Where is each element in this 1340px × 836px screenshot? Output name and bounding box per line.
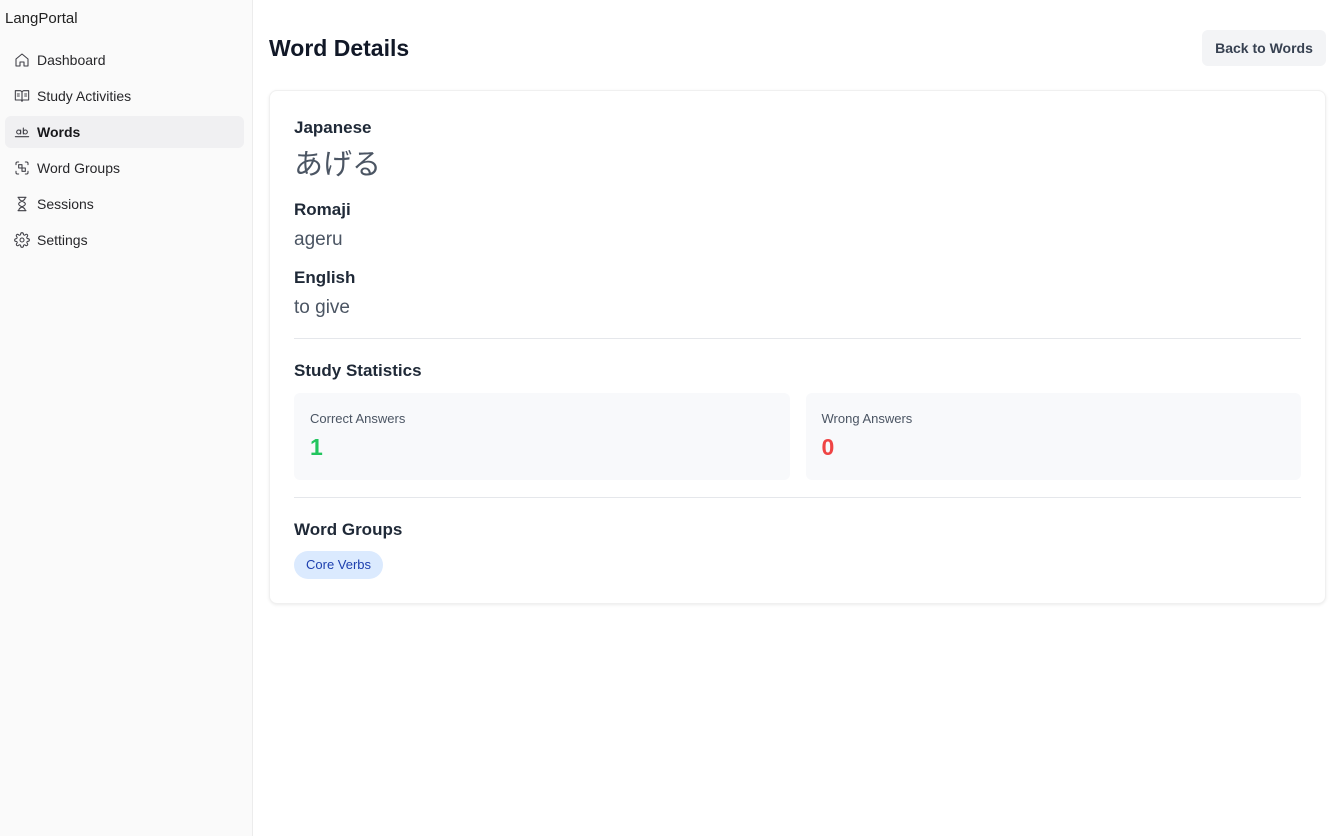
word-group-tag[interactable]: Core Verbs — [294, 551, 384, 579]
sidebar-item-dashboard[interactable]: Dashboard — [5, 44, 244, 76]
japanese-label: Japanese — [294, 118, 372, 137]
wrong-answers-box: Wrong Answers 0 — [805, 393, 1301, 480]
word-details-card: Japanese あげる Romaji ageru English to giv… — [269, 90, 1326, 604]
home-icon — [14, 52, 30, 68]
study-statistics-title: Study Statistics — [294, 361, 422, 380]
group-scan-icon — [14, 160, 30, 176]
correct-answers-box: Correct Answers 1 — [294, 393, 790, 480]
romaji-value: ageru — [294, 229, 343, 250]
sidebar-nav: Dashboard Study Activities Words Word Gr… — [5, 44, 244, 256]
book-open-icon — [14, 88, 30, 104]
sidebar: LangPortal Dashboard Study Activities Wo… — [0, 0, 253, 836]
wrong-answers-value: 0 — [821, 434, 835, 460]
sidebar-item-label: Study Activities — [37, 88, 132, 104]
word-groups-title: Word Groups — [294, 520, 403, 539]
english-value: to give — [294, 297, 350, 318]
sidebar-item-label: Word Groups — [37, 160, 120, 176]
app-brand: LangPortal — [5, 10, 78, 27]
sidebar-item-label: Dashboard — [37, 52, 106, 68]
correct-answers-label: Correct Answers — [310, 411, 406, 426]
divider — [294, 338, 1301, 339]
japanese-value: あげる — [294, 147, 382, 181]
sidebar-item-words[interactable]: Words — [5, 116, 244, 148]
gear-icon — [14, 232, 30, 248]
app-root: LangPortal Dashboard Study Activities Wo… — [0, 0, 1340, 836]
romaji-label: Romaji — [294, 200, 351, 219]
hourglass-icon — [14, 196, 30, 212]
whole-word-icon — [14, 124, 30, 140]
back-to-words-button[interactable]: Back to Words — [1202, 30, 1326, 66]
correct-answers-value: 1 — [310, 434, 323, 460]
english-label: English — [294, 268, 356, 287]
page-header: Word Details Back to Words — [269, 0, 1326, 98]
sidebar-item-word-groups[interactable]: Word Groups — [5, 152, 244, 184]
word-groups-tags: Core Verbs — [294, 551, 1301, 579]
sidebar-item-label: Settings — [37, 232, 88, 248]
main-content: Word Details Back to Words Japanese あげる … — [253, 0, 1340, 836]
wrong-answers-label: Wrong Answers — [821, 411, 913, 426]
sidebar-item-settings[interactable]: Settings — [5, 224, 244, 256]
sidebar-item-label: Words — [37, 124, 81, 140]
sidebar-item-sessions[interactable]: Sessions — [5, 188, 244, 220]
divider — [294, 497, 1301, 498]
sidebar-item-study-activities[interactable]: Study Activities — [5, 80, 244, 112]
stats-row: Correct Answers 1 Wrong Answers 0 — [294, 393, 1301, 480]
sidebar-item-label: Sessions — [37, 196, 94, 212]
page-title: Word Details — [269, 34, 410, 61]
